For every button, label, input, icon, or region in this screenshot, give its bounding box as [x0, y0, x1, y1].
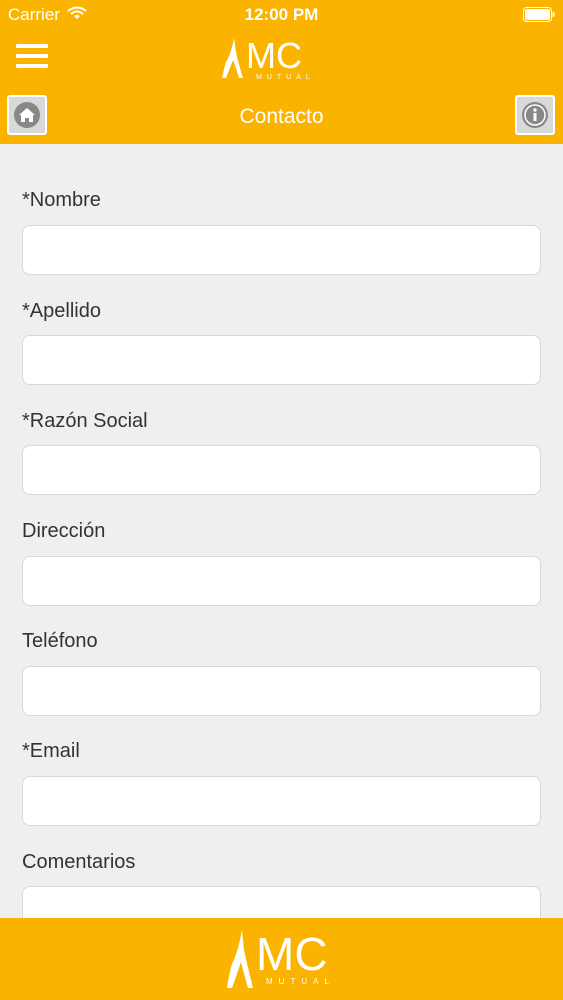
direccion-field[interactable] [22, 556, 541, 606]
status-bar: Carrier 12:00 PM [0, 0, 563, 30]
direccion-label: Dirección [22, 520, 106, 542]
info-icon [522, 102, 548, 128]
email-field[interactable] [22, 776, 541, 826]
app-header: Carrier 12:00 PM MC MUTUAL Contacto [0, 0, 563, 144]
razon-social-label: *Razón Social [22, 410, 148, 432]
svg-text:MUTUAL: MUTUAL [256, 74, 315, 81]
nombre-label: *Nombre [22, 189, 101, 211]
status-time: 12:00 PM [244, 5, 319, 24]
hamburger-menu-icon[interactable] [14, 41, 52, 71]
apellido-label: *Apellido [22, 300, 101, 322]
nombre-field[interactable] [22, 225, 541, 275]
info-button[interactable] [515, 95, 555, 135]
mc-mutual-logo: MC MUTUAL [222, 35, 315, 81]
mc-mutual-footer-logo: MC MUTUAL [227, 928, 335, 988]
comentarios-label: Comentarios [22, 851, 136, 873]
battery-icon [523, 7, 555, 22]
email-label: *Email [22, 740, 80, 762]
apellido-field[interactable] [22, 335, 541, 385]
svg-text:MC: MC [246, 35, 302, 76]
svg-text:MC: MC [256, 928, 328, 980]
telefono-field[interactable] [22, 666, 541, 716]
svg-text:MUTUAL: MUTUAL [266, 977, 335, 986]
page-title: Contacto [239, 105, 324, 128]
razon-social-field[interactable] [22, 445, 541, 495]
app-footer: MC MUTUAL [0, 918, 563, 1000]
telefono-label: Teléfono [22, 630, 98, 652]
